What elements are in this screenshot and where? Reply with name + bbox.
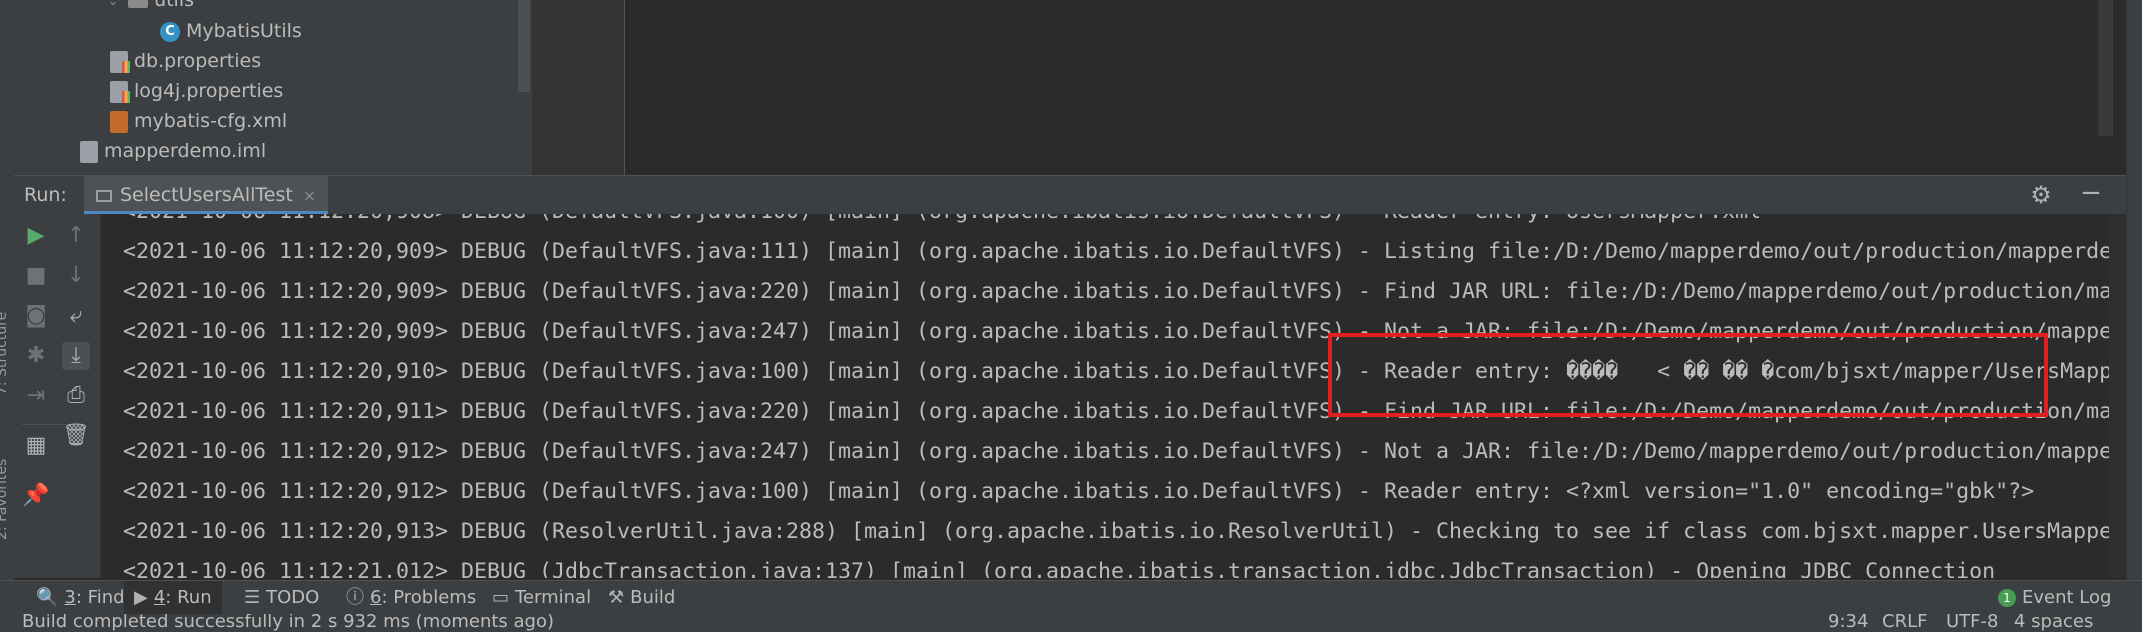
terminal-icon: ▭ bbox=[492, 587, 510, 608]
list-icon: ☰ bbox=[244, 587, 261, 608]
console-line: <2021-10-06 11:12:20,913> DEBUG (Resolve… bbox=[123, 519, 2109, 544]
soft-wrap-icon[interactable]: ⤶ bbox=[62, 302, 90, 330]
tree-item-mapperdemo-iml[interactable]: mapperdemo.iml bbox=[80, 136, 266, 166]
tool-build[interactable]: ⚒ Build bbox=[600, 581, 683, 615]
minimize-icon[interactable]: − bbox=[2078, 180, 2104, 208]
editor-gutter bbox=[532, 0, 625, 175]
search-icon: 🔍 bbox=[36, 587, 59, 608]
tree-item-db-properties[interactable]: db.properties bbox=[110, 46, 261, 76]
line-separator[interactable]: CRLF bbox=[1882, 614, 1927, 632]
run-window-header: Run: SelectUsersAllTest × ⚙ − bbox=[14, 175, 2126, 215]
tree-item-label: mybatis-cfg.xml bbox=[134, 110, 288, 132]
play-icon[interactable]: ▶ bbox=[22, 222, 50, 250]
chevron-down-icon: ⌄ bbox=[108, 0, 119, 8]
properties-file-icon bbox=[110, 80, 130, 103]
run-config-tab-label: SelectUsersAllTest bbox=[120, 184, 293, 206]
indent-setting[interactable]: 4 spaces bbox=[2014, 614, 2093, 632]
console-line: <2021-10-06 11:12:20,909> DEBUG (Default… bbox=[123, 239, 2109, 264]
tree-item-label: db.properties bbox=[134, 50, 262, 72]
tool-find[interactable]: 🔍 3: Find bbox=[28, 581, 133, 615]
folder-icon bbox=[128, 0, 149, 8]
tool-problems[interactable]: ⓘ 6: Problems bbox=[338, 581, 484, 615]
tool-terminal[interactable]: ▭ Terminal bbox=[484, 581, 599, 615]
print-icon[interactable]: ⎙ bbox=[62, 382, 90, 410]
red-highlight-box bbox=[1328, 333, 2048, 417]
console-line: <2021-10-06 11:12:20,908> DEBUG (Default… bbox=[123, 214, 1761, 232]
debug-icon[interactable]: ✱ bbox=[22, 342, 50, 370]
event-count-badge: 1 bbox=[1998, 589, 2016, 607]
tree-item-log4j-properties[interactable]: log4j.properties bbox=[110, 76, 283, 106]
project-tree-scrollbar[interactable] bbox=[518, 0, 530, 92]
trash-icon[interactable]: 🗑 bbox=[62, 422, 90, 450]
iml-file-icon bbox=[80, 140, 98, 163]
project-tree: ⌄ utils C MybatisUtils db.properties log4j… bbox=[14, 0, 532, 175]
console-line: <2021-10-06 11:12:20,909> DEBUG (Default… bbox=[123, 279, 2109, 304]
close-tab-icon[interactable]: × bbox=[303, 186, 316, 205]
stop-icon[interactable]: ■ bbox=[22, 262, 50, 290]
scroll-to-end-icon[interactable]: ⤓ bbox=[62, 342, 90, 370]
console-line: <2021-10-06 11:12:20,912> DEBUG (Default… bbox=[123, 439, 2109, 464]
file-encoding[interactable]: UTF-8 bbox=[1946, 614, 1998, 632]
xml-file-icon bbox=[110, 110, 128, 133]
tree-item-label: mapperdemo.iml bbox=[104, 140, 267, 162]
camera-icon[interactable]: ◙ bbox=[22, 302, 50, 330]
left-tool-strip: 7: Structure 2: Favorites bbox=[0, 0, 15, 580]
status-bar: Build completed successfully in 2 s 932 … bbox=[0, 614, 2142, 632]
tree-item-mybatis-cfg[interactable]: mybatis-cfg.xml bbox=[110, 106, 287, 136]
run-window-label: Run: bbox=[24, 184, 67, 206]
class-icon: C bbox=[160, 21, 180, 42]
tool-todo[interactable]: ☰ TODO bbox=[236, 581, 327, 615]
exit-icon[interactable]: ⇥ bbox=[22, 382, 50, 410]
right-tool-strip bbox=[2126, 0, 2142, 580]
caret-position[interactable]: 9:34 bbox=[1828, 614, 1868, 632]
pin-icon[interactable]: 📌 bbox=[22, 482, 50, 510]
favorites-tool-label[interactable]: 2: Favorites bbox=[0, 459, 10, 540]
tree-item-label: MybatisUtils bbox=[186, 20, 302, 42]
console-line: <2021-10-06 11:12:20,912> DEBUG (Default… bbox=[123, 479, 2035, 504]
console-line: <2021-10-06 11:12:21,012> DEBUG (JdbcTra… bbox=[123, 559, 1996, 578]
gear-icon[interactable]: ⚙ bbox=[2028, 182, 2054, 208]
tool-run[interactable]: ▶ 4: Run bbox=[124, 581, 222, 615]
tool-event-log[interactable]: 1 Event Log bbox=[1990, 581, 2119, 615]
arrow-down-icon[interactable]: ↓ bbox=[62, 262, 90, 290]
tree-item-label: utils bbox=[154, 0, 195, 11]
layout-icon[interactable]: ▦ bbox=[22, 432, 50, 460]
structure-tool-label[interactable]: 7: Structure bbox=[0, 312, 10, 395]
console-scrollbar[interactable] bbox=[2109, 214, 2126, 578]
tool-window-bar: 🔍 3: Find ▶ 4: Run ☰ TODO ⓘ 6: Problems ▭ Ter… bbox=[0, 580, 2142, 615]
tree-item-utils[interactable]: ⌄ utils bbox=[108, 0, 194, 15]
editor-scrollbar[interactable] bbox=[2098, 0, 2113, 136]
run-toolbar: ▶ ↑ ■ ↓ ◙ ⤶ ✱ ⤓ ⇥ ⎙ ▦ 🗑 📌 bbox=[14, 214, 101, 578]
hammer-icon: ⚒ bbox=[608, 587, 625, 608]
run-config-icon bbox=[96, 189, 112, 202]
properties-file-icon bbox=[110, 50, 130, 73]
tree-item-label: log4j.properties bbox=[134, 80, 284, 102]
tree-item-mybatisutils[interactable]: C MybatisUtils bbox=[160, 16, 302, 46]
editor-area[interactable] bbox=[625, 0, 2100, 175]
run-config-tab[interactable]: SelectUsersAllTest × bbox=[84, 176, 329, 214]
arrow-up-icon[interactable]: ↑ bbox=[62, 222, 90, 250]
info-icon: ⓘ bbox=[346, 587, 364, 608]
play-icon: ▶ bbox=[134, 587, 148, 608]
status-message[interactable]: Build completed successfully in 2 s 932 … bbox=[22, 614, 554, 632]
